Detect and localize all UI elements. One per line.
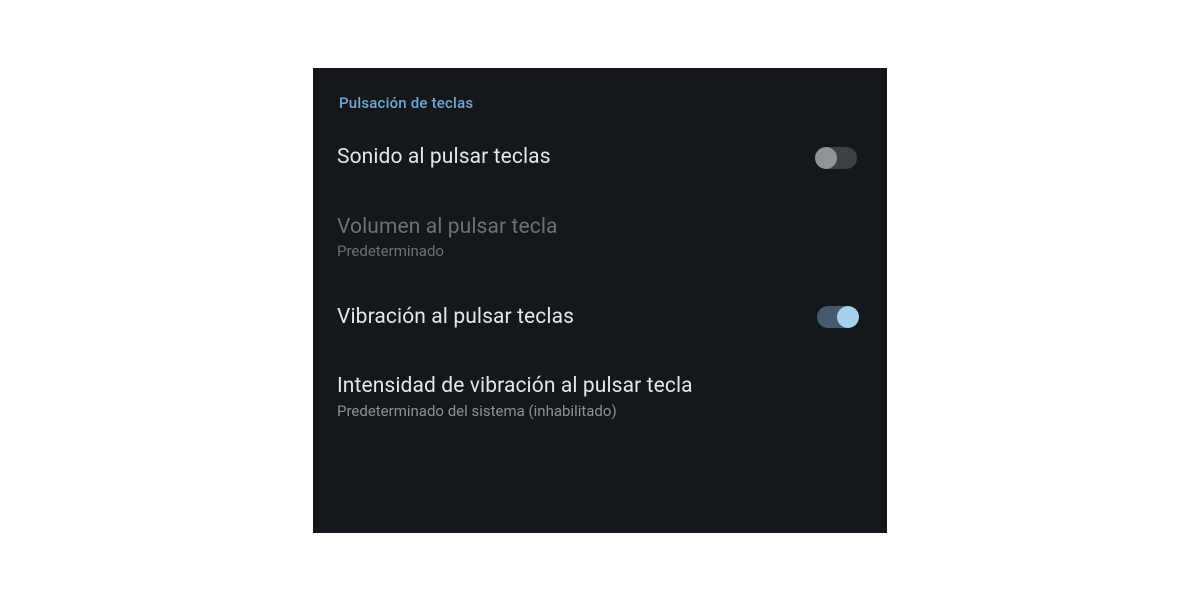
switch-thumb [815,147,837,169]
setting-title: Sonido al pulsar teclas [337,144,817,170]
settings-panel: Pulsación de teclas Sonido al pulsar tec… [313,68,887,533]
setting-vibration-on-keypress[interactable]: Vibración al pulsar teclas [337,293,863,341]
setting-sound-on-keypress[interactable]: Sonido al pulsar teclas [337,134,863,182]
section-header-keypress: Pulsación de teclas [339,94,863,112]
setting-subtitle: Predeterminado del sistema (inhabilitado… [337,402,863,422]
spacer [337,341,863,367]
setting-title: Volumen al pulsar tecla [337,214,863,240]
spacer [337,182,863,208]
spacer [337,267,863,293]
switch-vibration-on-keypress[interactable] [817,306,857,328]
setting-vibration-intensity[interactable]: Intensidad de vibración al pulsar tecla … [337,367,863,427]
switch-sound-on-keypress[interactable] [817,147,857,169]
stage: Pulsación de teclas Sonido al pulsar tec… [0,0,1200,600]
setting-volume-on-keypress: Volumen al pulsar tecla Predeterminado [337,208,863,268]
setting-title: Intensidad de vibración al pulsar tecla [337,373,863,399]
setting-title: Vibración al pulsar teclas [337,304,817,330]
setting-subtitle: Predeterminado [337,242,863,262]
setting-text: Volumen al pulsar tecla Predeterminado [337,214,863,262]
setting-text: Intensidad de vibración al pulsar tecla … [337,373,863,421]
setting-text: Sonido al pulsar teclas [337,144,817,170]
setting-text: Vibración al pulsar teclas [337,304,817,330]
switch-thumb [837,306,859,328]
